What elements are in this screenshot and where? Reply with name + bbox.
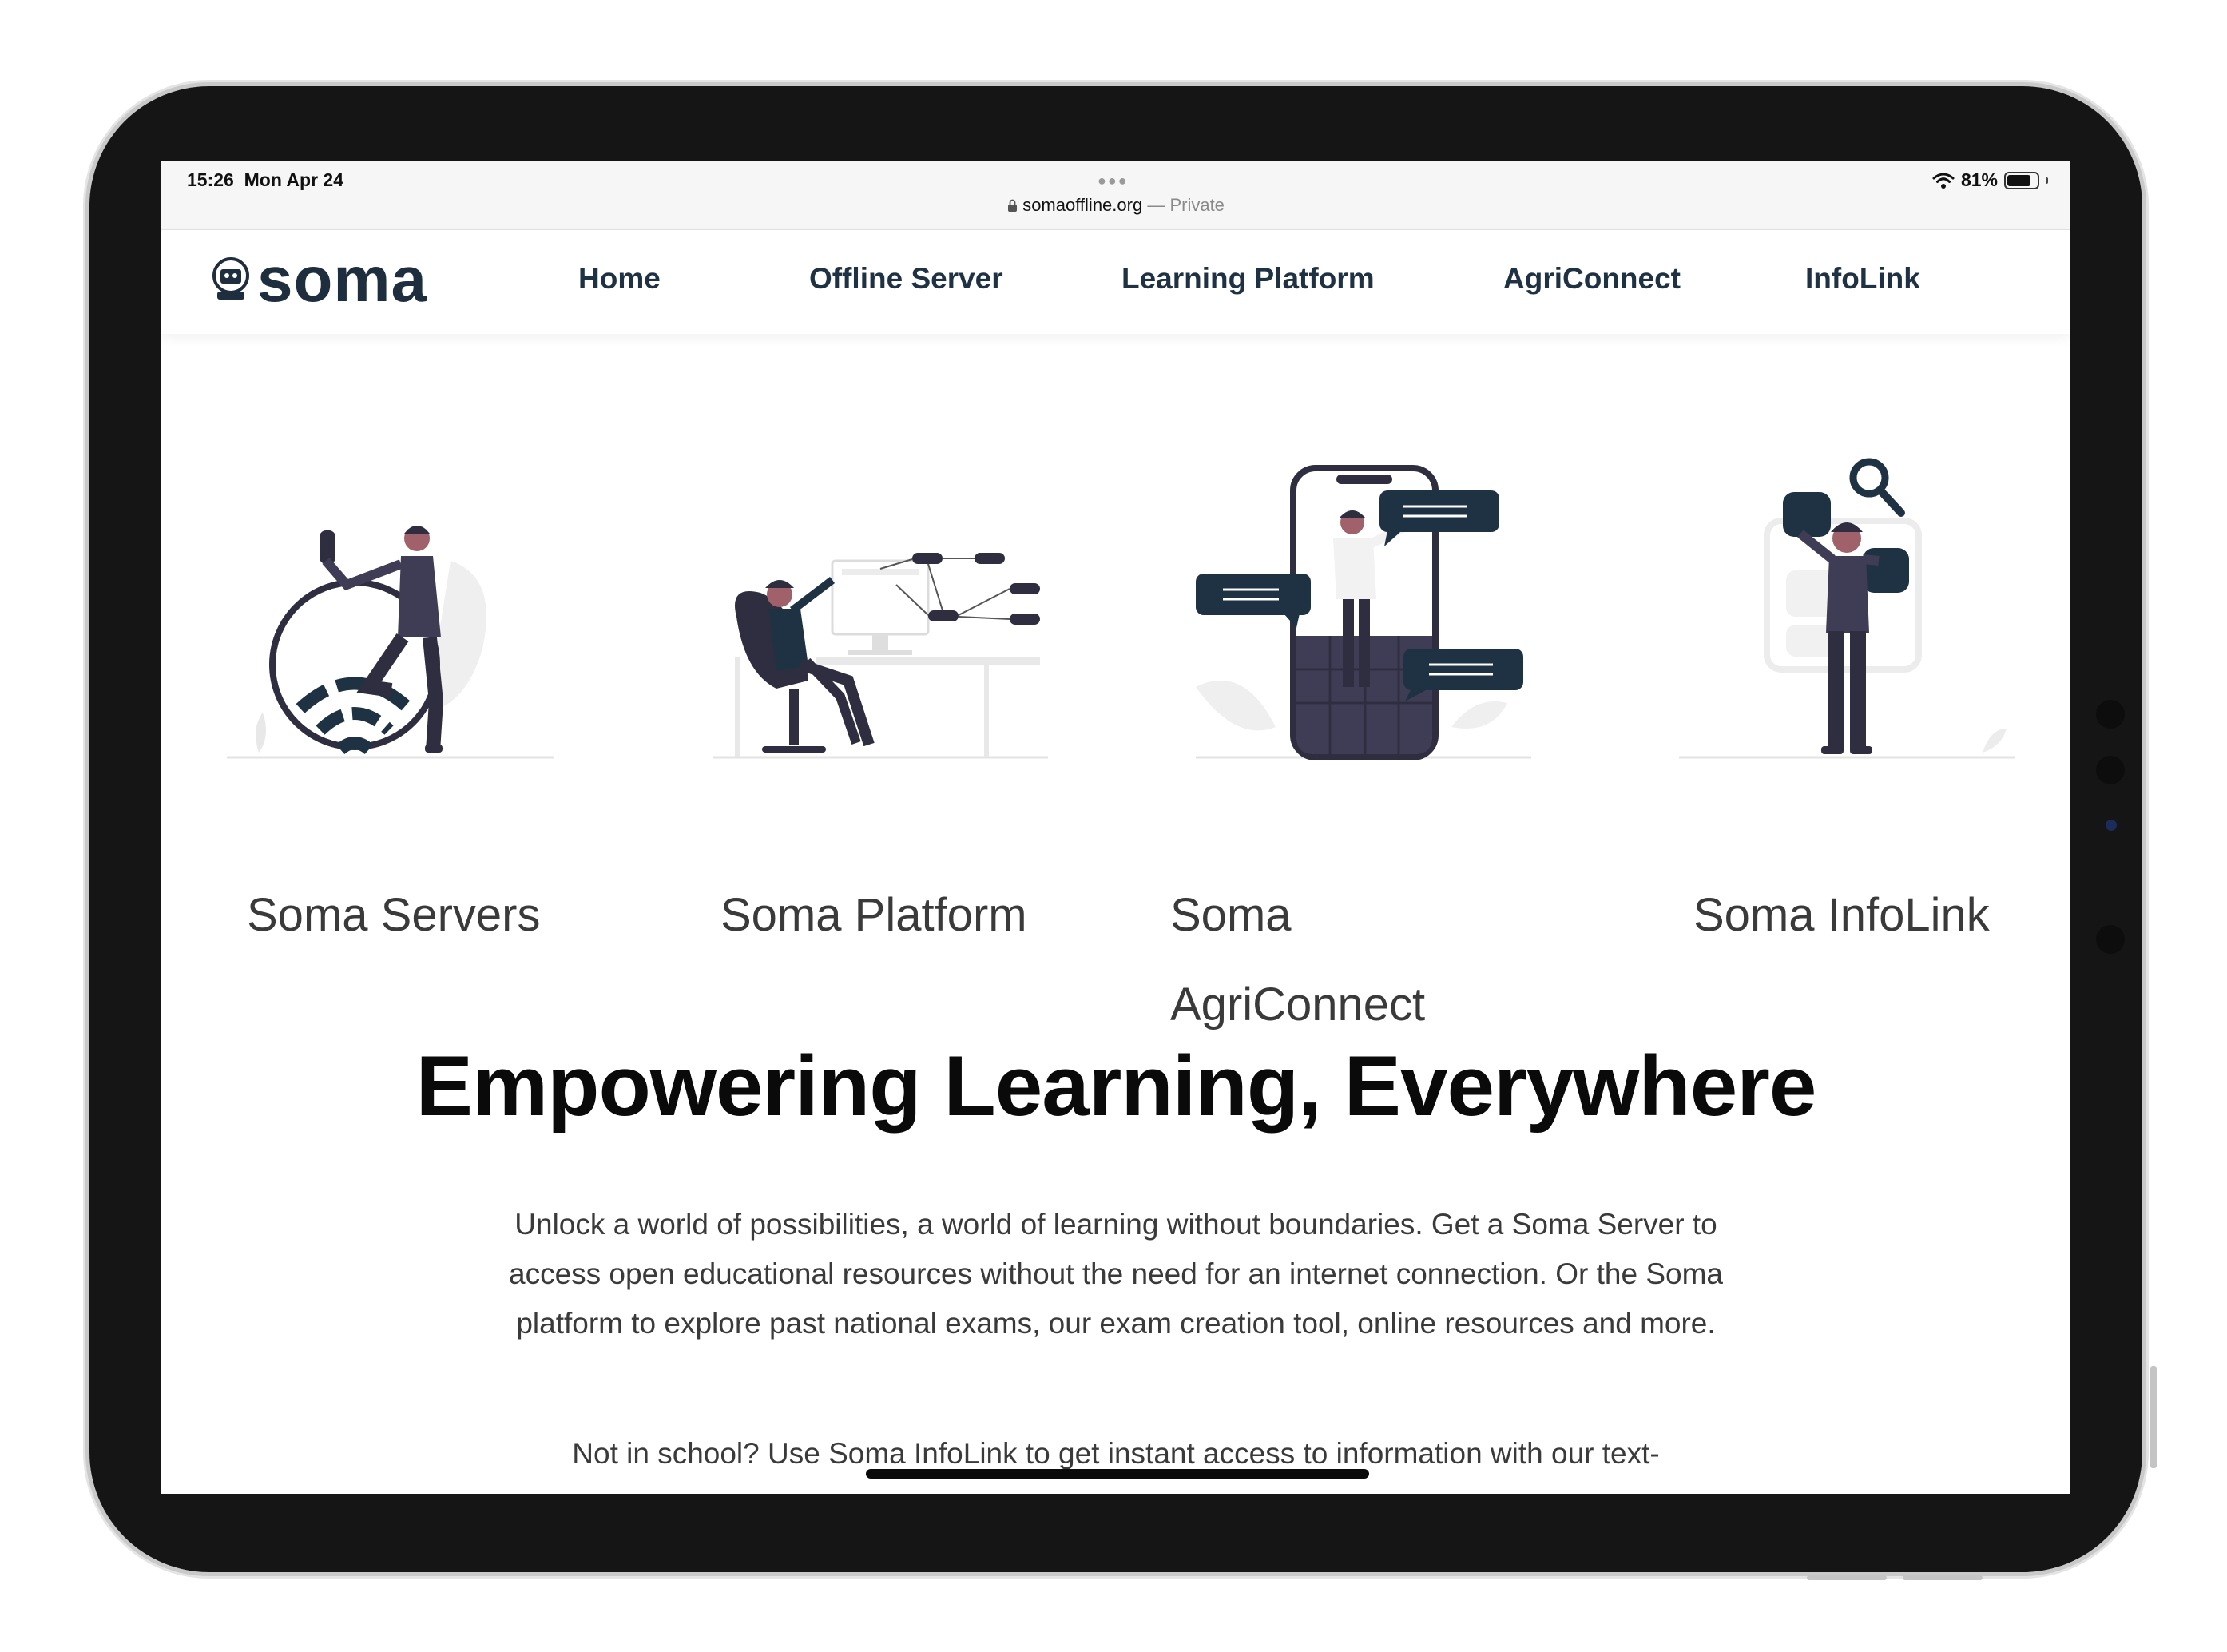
nav-agriconnect[interactable]: AgriConnect [1503, 262, 1681, 296]
nav-learning-platform[interactable]: Learning Platform [1121, 262, 1375, 296]
hero-title: Empowering Learning, Everywhere [415, 1038, 1817, 1134]
time-label: 15:26 [187, 169, 234, 190]
robot-globe-icon [212, 257, 249, 300]
status-time: 15:26 Mon Apr 24 [187, 169, 343, 191]
home-indicator[interactable] [866, 1469, 1369, 1479]
status-bar: 15:26 Mon Apr 24 ●●● somaoffline.org — P… [161, 161, 2070, 230]
desk-diagram-illustration[interactable] [713, 521, 1048, 768]
sensor-dot [2096, 700, 2125, 729]
camera-lens [2106, 820, 2117, 831]
wifi-icon [1932, 173, 1955, 189]
battery-icon [2004, 171, 2039, 189]
card-title-soma-platform[interactable]: Soma Platform [720, 871, 1027, 960]
multitasking-dots-icon[interactable]: ●●● [1098, 173, 1129, 189]
screen: 15:26 Mon Apr 24 ●●● somaoffline.org — P… [161, 161, 2070, 1494]
battery-percent: 81% [1960, 169, 1998, 190]
url-text: somaoffline.org [1022, 195, 1143, 215]
date-label: Mon Apr 24 [244, 169, 343, 190]
card-title-soma-infolink[interactable]: Soma InfoLink [1693, 871, 1990, 960]
phone-chat-illustration[interactable] [1196, 463, 1531, 776]
private-label: — Private [1147, 195, 1225, 215]
sensor-dot [2096, 925, 2125, 954]
volume-button [2150, 1366, 2157, 1468]
search-person-illustration[interactable] [1679, 449, 2015, 768]
lock-icon [1008, 199, 1018, 212]
logo-text: soma [257, 244, 427, 315]
hero-paragraph: Unlock a world of possibilities, a world… [509, 1208, 1723, 1340]
top-button-1 [1807, 1575, 1887, 1580]
nav-infolink[interactable]: InfoLink [1805, 262, 1920, 296]
site-header: soma Home Offline Server Learning Platfo… [161, 230, 2070, 334]
status-indicators: 81% [1932, 169, 2048, 191]
card-title-soma-agriconnect-line1[interactable]: Soma [1170, 871, 1292, 960]
sensor-dot [2096, 756, 2125, 784]
nav-offline-server[interactable]: Offline Server [809, 262, 1003, 296]
card-title-soma-servers[interactable]: Soma Servers [247, 871, 540, 960]
nav-home[interactable]: Home [578, 262, 661, 296]
soma-logo[interactable]: soma [211, 248, 427, 312]
top-button-2 [1903, 1575, 1983, 1580]
wifi-person-illustration[interactable] [227, 513, 554, 768]
address-bar[interactable]: somaoffline.org — Private [161, 195, 2070, 216]
